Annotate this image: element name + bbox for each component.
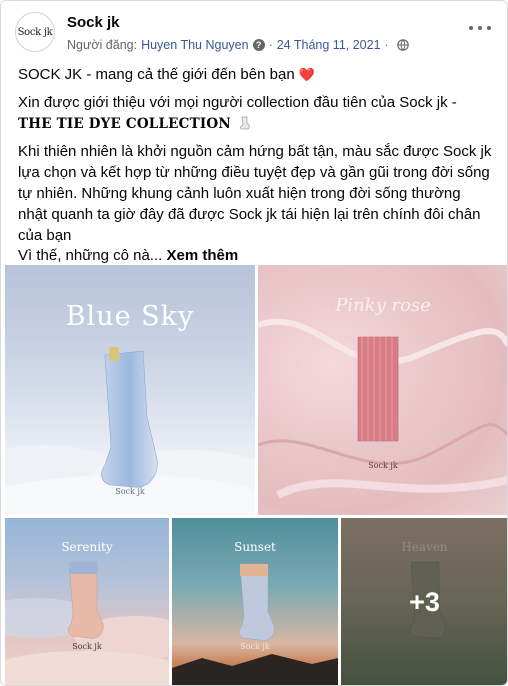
question-icon[interactable]: ? xyxy=(252,39,265,51)
photo-title: Serenity xyxy=(61,540,113,554)
poster-name-link[interactable]: Huyen Thu Nguyen xyxy=(141,38,248,52)
more-photos-overlay[interactable]: +3 xyxy=(341,518,507,685)
page-avatar[interactable]: Sock jk xyxy=(15,12,55,52)
post-text-line4: Vì thế, những cô nà... Xem thêm xyxy=(18,245,493,266)
avatar-logo-text: Sock jk xyxy=(17,26,53,38)
post-text-line2: Xin được giới thiệu với mọi người collec… xyxy=(18,92,493,135)
post-card: Sock jk Sock jk Người đăng: Huyen Thu Ng… xyxy=(0,0,508,686)
photo-heaven[interactable]: Heaven +3 xyxy=(341,518,507,685)
sock-image xyxy=(68,561,104,639)
separator-dot-2: · xyxy=(384,38,389,52)
sock-image xyxy=(101,347,158,488)
photo-title: Pinky rose xyxy=(335,295,431,316)
poster-label: Người đăng: xyxy=(67,38,138,52)
see-more-link[interactable]: Xem thêm xyxy=(166,247,238,264)
line1-text: SOCK JK - mang cả thế giới đến bên bạn xyxy=(18,66,295,83)
photo-title: Sunset xyxy=(234,540,276,554)
more-options-icon[interactable] xyxy=(469,23,491,33)
line4-text: Vì thế, những cô nà... xyxy=(18,247,163,264)
post-meta: Người đăng: Huyen Thu Nguyen ? · 24 Thán… xyxy=(67,38,409,52)
photo-brand: Sock jk xyxy=(115,487,145,496)
sock-icon xyxy=(240,116,250,130)
photo-pinky-rose[interactable]: Pinky rose Sock jk xyxy=(258,265,507,515)
photo-brand: Sock jk xyxy=(240,642,270,651)
page-name[interactable]: Sock jk xyxy=(67,14,120,31)
sock-image xyxy=(239,563,275,641)
heart-icon: ❤️ xyxy=(298,67,316,82)
collection-name: THE TIE DYE COLLECTION xyxy=(18,116,231,132)
line2a-text: Xin được giới thiệu với mọi người collec… xyxy=(18,94,457,111)
more-photos-count: +3 xyxy=(409,586,440,617)
mountain-shape xyxy=(172,654,338,685)
photo-serenity[interactable]: Serenity Sock jk xyxy=(5,518,169,685)
photo-brand: Sock jk xyxy=(368,461,398,470)
separator-dot: · xyxy=(268,38,273,52)
globe-icon xyxy=(396,39,409,51)
photo-blue-sky[interactable]: Blue Sky Sock jk xyxy=(5,265,255,515)
post-text-line1: SOCK JK - mang cả thế giới đến bên bạn ❤… xyxy=(18,64,493,85)
photo-title: Blue Sky xyxy=(65,301,195,332)
sock-image xyxy=(357,336,399,442)
photo-brand: Sock jk xyxy=(72,642,102,651)
photo-sunset[interactable]: Sunset Sock jk xyxy=(172,518,338,685)
post-text-line3: Khi thiên nhiên là khởi nguồn cảm hứng b… xyxy=(18,143,492,244)
post-date-link[interactable]: 24 Tháng 11, 2021 xyxy=(277,38,381,52)
